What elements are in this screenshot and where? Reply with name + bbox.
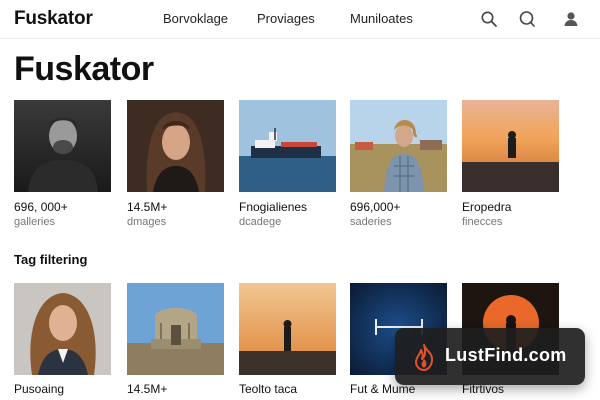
gallery-thumbnail-1[interactable] <box>14 100 111 192</box>
gallery-label: galleries <box>14 216 55 228</box>
gallery-label: dmages <box>127 216 167 228</box>
tag-thumbnail-3[interactable] <box>239 283 336 375</box>
tag-thumbnail-1[interactable] <box>14 283 111 375</box>
watermark-text: LustFind.com <box>445 345 567 365</box>
tag-thumbnail-2[interactable] <box>127 283 224 375</box>
search-icon[interactable] <box>480 10 498 28</box>
site-logo[interactable]: Fuskator <box>14 8 93 30</box>
flame-icon <box>409 342 439 372</box>
gallery-count: 14.5M+ <box>127 200 168 214</box>
tag-caption-3: Teolto taca <box>239 382 298 396</box>
gallery-caption-3: Fnogialienes dcadege <box>239 200 349 230</box>
gallery-label: saderies <box>350 216 392 228</box>
gallery-thumbnail-3[interactable] <box>239 100 336 192</box>
nav-link-3[interactable]: Muniloates <box>350 11 413 26</box>
gallery-label: dcadege <box>239 216 282 228</box>
top-navigation-bar: Fuskator Borvoklage Proviages Muniloates <box>0 0 600 39</box>
gallery-count: Fnogialienes <box>239 200 308 214</box>
gallery-count: 696, 000+ <box>14 200 68 214</box>
section-heading-tag-filtering: Tag filtering <box>14 252 88 267</box>
gallery-thumbnail-5[interactable] <box>462 100 559 192</box>
gallery-count: 696,000+ <box>350 200 401 214</box>
nav-link-2[interactable]: Proviages <box>257 11 315 26</box>
gallery-caption-4: 696,000+ saderies <box>350 200 460 230</box>
gallery-label: finecces <box>462 216 503 228</box>
tag-caption-1: Pusoaing <box>14 382 65 396</box>
gallery-thumbnail-2[interactable] <box>127 100 224 192</box>
gallery-caption-5: Eropedra finecces <box>462 200 572 230</box>
watermark-badge: LustFind.com <box>395 328 585 385</box>
gallery-caption-1: 696, 000+ galleries <box>14 200 124 230</box>
tag-caption-2: 14.5M+ <box>127 382 168 396</box>
gallery-caption-2: 14.5M+ dmages <box>127 200 237 230</box>
gallery-thumbnail-4[interactable] <box>350 100 447 192</box>
chat-icon[interactable] <box>518 10 536 28</box>
gallery-count: Eropedra <box>462 200 512 214</box>
nav-link-1[interactable]: Borvoklage <box>163 11 228 26</box>
page-title: Fuskator <box>14 50 154 88</box>
user-icon[interactable] <box>562 10 580 28</box>
